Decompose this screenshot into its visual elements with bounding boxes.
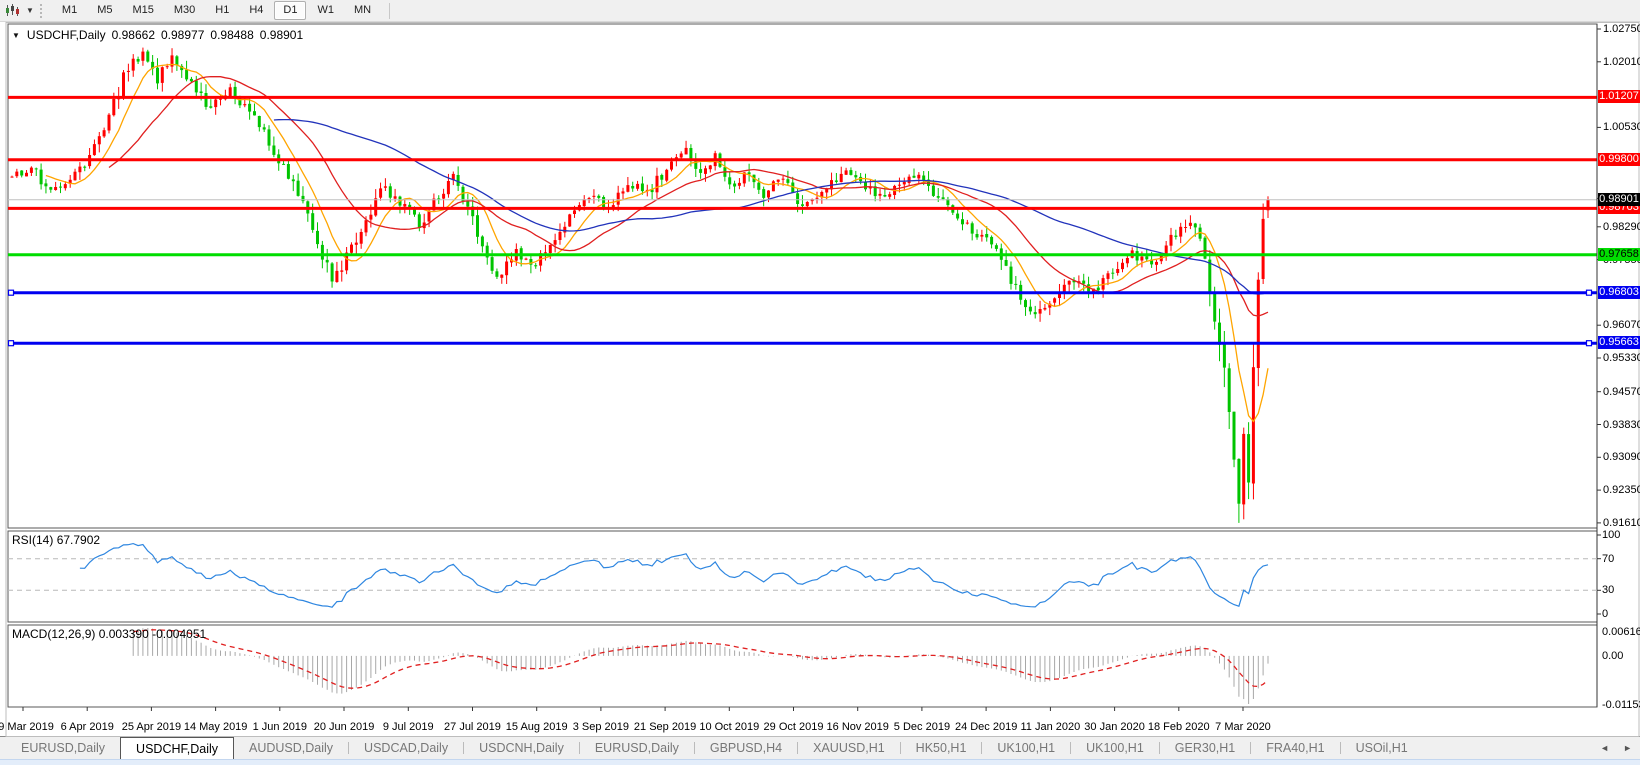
symbol-tab-xauusd[interactable]: XAUUSD,H1 xyxy=(798,737,900,759)
ohlc-close: 0.98901 xyxy=(260,28,303,42)
symbol-tab-bar: EURUSD,DailyUSDCHF,DailyAUDUSD,DailyUSDC… xyxy=(0,737,1640,759)
price-axis-tick-label: 0.95330 xyxy=(1603,352,1640,364)
symbol-tab-eurusd[interactable]: EURUSD,Daily xyxy=(580,737,694,759)
rsi-scale-label: 0 xyxy=(1602,608,1608,620)
tab-scroll-left-icon[interactable]: ◄ xyxy=(1600,743,1609,753)
date-axis-label: 10 Oct 2019 xyxy=(699,721,759,733)
symbol-tab-hk50[interactable]: HK50,H1 xyxy=(901,737,982,759)
chart-symbol-label: USDCHF,Daily xyxy=(27,28,106,42)
macd-main-value: 0.003390 xyxy=(99,627,149,641)
date-axis-label: 29 Oct 2019 xyxy=(764,721,824,733)
date-axis-label: 25 Apr 2019 xyxy=(122,721,181,733)
date-axis-label: 30 Jan 2020 xyxy=(1084,721,1145,733)
symbol-tab-usdcnh[interactable]: USDCNH,Daily xyxy=(464,737,579,759)
date-axis-label: 14 May 2019 xyxy=(184,721,248,733)
date-axis-label: 5 Dec 2019 xyxy=(894,721,950,733)
tab-scroll-right-icon[interactable]: ► xyxy=(1623,743,1632,753)
current-price-box: 0.98901 xyxy=(1598,193,1640,206)
rsi-scale-label: 30 xyxy=(1602,584,1614,596)
symbol-tab-uk100[interactable]: UK100,H1 xyxy=(982,737,1070,759)
timeframe-button-m15[interactable]: M15 xyxy=(123,1,162,20)
timeframe-toolbar: ▼ M1M5M15M30H1H4D1W1MN xyxy=(0,0,1640,22)
symbol-tab-fra40[interactable]: FRA40,H1 xyxy=(1251,737,1339,759)
chart-window: ▼ USDCHF,Daily 0.98662 0.98977 0.98488 0.9890… xyxy=(0,22,1640,737)
price-axis-tick-label: 0.91610 xyxy=(1603,517,1640,529)
chart-type-icon[interactable] xyxy=(5,4,21,17)
ohlc-open: 0.98662 xyxy=(112,28,155,42)
rsi-value: 67.7902 xyxy=(57,533,100,547)
level-price-box: 1.01207 xyxy=(1598,90,1640,103)
symbol-tab-eurusd[interactable]: EURUSD,Daily xyxy=(6,737,120,759)
status-strip xyxy=(0,759,1640,765)
date-axis-label: 3 Sep 2019 xyxy=(573,721,629,733)
macd-scale-min-label: -0.011531 xyxy=(1602,699,1640,711)
rsi-scale-label: 70 xyxy=(1602,553,1614,565)
date-axis-label: 27 Jul 2019 xyxy=(444,721,501,733)
price-axis-tick-label: 1.02010 xyxy=(1603,56,1640,68)
date-axis-label: 20 Jun 2019 xyxy=(314,721,375,733)
ohlc-high: 0.98977 xyxy=(161,28,204,42)
toolbar-grip xyxy=(40,4,45,18)
symbol-tab-audusd[interactable]: AUDUSD,Daily xyxy=(234,737,348,759)
price-axis-tick-label: 0.94570 xyxy=(1603,386,1640,398)
symbol-tab-usoil[interactable]: USOil,H1 xyxy=(1341,737,1423,759)
chart-type-dropdown-icon[interactable]: ▼ xyxy=(26,6,34,15)
price-axis-tick-label: 0.93830 xyxy=(1603,419,1640,431)
symbols-dropdown-icon[interactable]: ▼ xyxy=(12,31,20,40)
date-axis-label: 15 Aug 2019 xyxy=(506,721,568,733)
level-price-box: 0.96803 xyxy=(1598,286,1640,299)
date-axis-label: 1 Jun 2019 xyxy=(253,721,307,733)
timeframe-button-h1[interactable]: H1 xyxy=(206,1,238,20)
macd-scale-zero-label: 0.00 xyxy=(1602,650,1623,662)
symbol-tab-gbpusd[interactable]: GBPUSD,H4 xyxy=(695,737,797,759)
date-axis-label: 21 Sep 2019 xyxy=(634,721,696,733)
toolbar-separator xyxy=(389,3,390,19)
macd-signal-value: -0.004051 xyxy=(152,627,206,641)
timeframe-button-d1[interactable]: D1 xyxy=(274,1,306,20)
chart-title: ▼ USDCHF,Daily 0.98662 0.98977 0.98488 0.9890… xyxy=(12,28,303,42)
symbol-tab-usdcad[interactable]: USDCAD,Daily xyxy=(349,737,463,759)
rsi-indicator-label: RSI(14) 67.7902 xyxy=(12,533,100,547)
level-price-box: 0.95663 xyxy=(1598,336,1640,349)
date-axis-label: 7 Mar 2020 xyxy=(1215,721,1271,733)
price-axis-tick-label: 0.96070 xyxy=(1603,319,1640,331)
symbol-tab-usdchf-active[interactable]: USDCHF,Daily xyxy=(120,737,234,759)
price-axis-tick-label: 1.00530 xyxy=(1603,121,1640,133)
timeframe-button-mn[interactable]: MN xyxy=(345,1,380,20)
price-axis-tick-label: 1.02750 xyxy=(1603,23,1640,35)
price-axis-tick-label: 0.98290 xyxy=(1603,221,1640,233)
symbol-tab-uk100[interactable]: UK100,H1 xyxy=(1071,737,1159,759)
date-axis-label: 6 Apr 2019 xyxy=(61,721,114,733)
symbol-tab-ger30[interactable]: GER30,H1 xyxy=(1160,737,1250,759)
level-price-box: 0.99800 xyxy=(1598,153,1640,166)
price-chart-canvas[interactable] xyxy=(0,22,1640,737)
timeframe-button-m5[interactable]: M5 xyxy=(88,1,121,20)
price-axis-tick-label: 0.92350 xyxy=(1603,484,1640,496)
timeframe-button-m30[interactable]: M30 xyxy=(165,1,204,20)
level-price-box: 0.97658 xyxy=(1598,248,1640,261)
date-axis-label: 19 Mar 2019 xyxy=(0,721,54,733)
date-axis-label: 11 Jan 2020 xyxy=(1020,721,1080,733)
rsi-scale-label: 100 xyxy=(1602,529,1620,541)
date-axis-label: 9 Jul 2019 xyxy=(383,721,434,733)
timeframe-button-m1[interactable]: M1 xyxy=(53,1,86,20)
price-axis-tick-label: 0.93090 xyxy=(1603,451,1640,463)
date-axis-label: 18 Feb 2020 xyxy=(1148,721,1210,733)
timeframe-button-h4[interactable]: H4 xyxy=(240,1,272,20)
ohlc-low: 0.98488 xyxy=(210,28,253,42)
macd-indicator-label: MACD(12,26,9) 0.003390 -0.004051 xyxy=(12,627,206,641)
date-axis-label: 24 Dec 2019 xyxy=(955,721,1017,733)
date-axis-label: 16 Nov 2019 xyxy=(827,721,889,733)
macd-scale-max-label: 0.006167 xyxy=(1602,626,1640,638)
timeframe-button-w1[interactable]: W1 xyxy=(308,1,343,20)
